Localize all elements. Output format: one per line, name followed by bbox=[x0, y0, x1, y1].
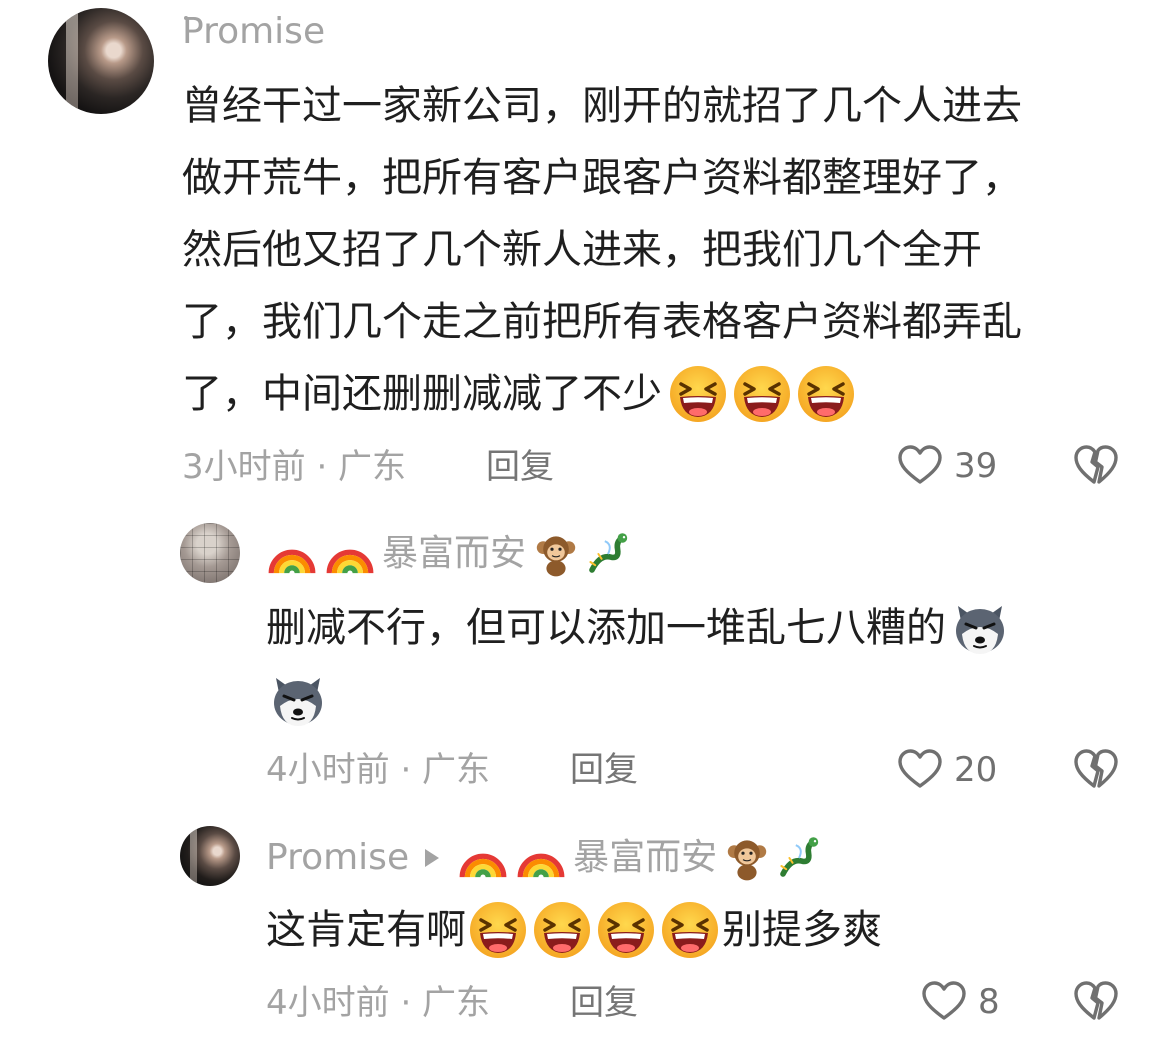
comment-timestamp: 3小时前 · 广东 bbox=[182, 447, 407, 487]
rainbow-emoji-icon bbox=[324, 528, 376, 580]
comment-username: 暴富而安 bbox=[382, 533, 527, 574]
avatar[interactable] bbox=[48, 8, 154, 114]
heart-icon bbox=[896, 746, 944, 794]
comment-body: 曾经干过一家新公司，刚开的就招了几个人进去 做开荒牛，把所有客户跟客户资料都整理… bbox=[182, 70, 1142, 430]
dragon-emoji-icon bbox=[775, 834, 823, 882]
comment-body: 这肯定有啊 别提多爽 bbox=[266, 894, 1146, 966]
comment-timestamp: 4小时前 · 广东 bbox=[266, 983, 491, 1023]
comment-line: 这肯定有啊 bbox=[266, 907, 466, 953]
comment-line: 别提多爽 bbox=[722, 907, 882, 953]
avatar[interactable] bbox=[180, 523, 240, 583]
comment-line: 然后他又招了几个新人进来，把我们几个全开 bbox=[182, 227, 982, 273]
reply-username-row[interactable]: Promise 暴富而安 bbox=[266, 832, 823, 884]
comment-line: 了，中间还删删减减了不少 bbox=[182, 371, 662, 417]
comment-line: 曾经干过一家新公司，刚开的就招了几个人进去 bbox=[182, 83, 1022, 129]
heart-icon bbox=[896, 442, 944, 490]
comment-line-with-emoji: 这肯定有啊 别提多爽 bbox=[266, 894, 1146, 966]
like-button[interactable]: 39 bbox=[896, 442, 997, 490]
comment-line: 删减不行，但可以添加一堆乱七八糟的 bbox=[266, 605, 946, 651]
rainbow-emoji-icon bbox=[266, 528, 318, 580]
like-count: 20 bbox=[954, 750, 998, 790]
comment-line-with-emoji: 了，中间还删删减减了不少 bbox=[182, 358, 1142, 430]
reply-arrow-icon bbox=[425, 849, 440, 867]
dislike-broken-heart-icon[interactable] bbox=[1072, 978, 1120, 1026]
comment-line-with-emoji: 删减不行，但可以添加一堆乱七八糟的 bbox=[266, 592, 1146, 664]
monkey-emoji-icon bbox=[723, 834, 771, 882]
heart-icon bbox=[920, 978, 968, 1026]
dislike-broken-heart-icon[interactable] bbox=[1072, 746, 1120, 794]
comment-body: 删减不行，但可以添加一堆乱七八糟的 bbox=[266, 592, 1146, 736]
reply-username-row[interactable]: 暴富而安 bbox=[266, 528, 632, 580]
comment-timestamp: 4小时前 · 广东 bbox=[266, 750, 491, 790]
husky-emoji-icon bbox=[950, 598, 1010, 658]
dislike-broken-heart-icon[interactable] bbox=[1072, 442, 1120, 490]
comment-username: Promise bbox=[266, 837, 410, 878]
reply-button[interactable]: 回复 bbox=[570, 753, 638, 787]
laughing-emoji-icon bbox=[532, 900, 592, 960]
rainbow-emoji-icon bbox=[515, 832, 567, 884]
laughing-emoji-icon bbox=[596, 900, 656, 960]
reply-button[interactable]: 回复 bbox=[570, 986, 638, 1020]
monkey-emoji-icon bbox=[532, 530, 580, 578]
laughing-emoji-icon bbox=[732, 364, 792, 424]
comment-line: 做开荒牛，把所有客户跟客户资料都整理好了， bbox=[182, 155, 1022, 201]
reply-button[interactable]: 回复 bbox=[486, 450, 554, 484]
avatar[interactable] bbox=[180, 826, 240, 886]
like-count: 8 bbox=[978, 982, 1000, 1022]
like-count: 39 bbox=[954, 446, 998, 486]
husky-emoji-icon bbox=[268, 670, 328, 730]
like-button[interactable]: 8 bbox=[920, 978, 1000, 1026]
laughing-emoji-icon bbox=[668, 364, 728, 424]
laughing-emoji-icon bbox=[660, 900, 720, 960]
comment-username[interactable]: Promise bbox=[182, 14, 325, 50]
laughing-emoji-icon bbox=[796, 364, 856, 424]
comment-line-with-emoji bbox=[266, 664, 1146, 736]
reply-target-username: 暴富而安 bbox=[573, 837, 718, 878]
like-button[interactable]: 20 bbox=[896, 746, 997, 794]
laughing-emoji-icon bbox=[468, 900, 528, 960]
comment-line: 了，我们几个走之前把所有表格客户资料都弄乱 bbox=[182, 299, 1022, 345]
rainbow-emoji-icon bbox=[457, 832, 509, 884]
dragon-emoji-icon bbox=[584, 530, 632, 578]
